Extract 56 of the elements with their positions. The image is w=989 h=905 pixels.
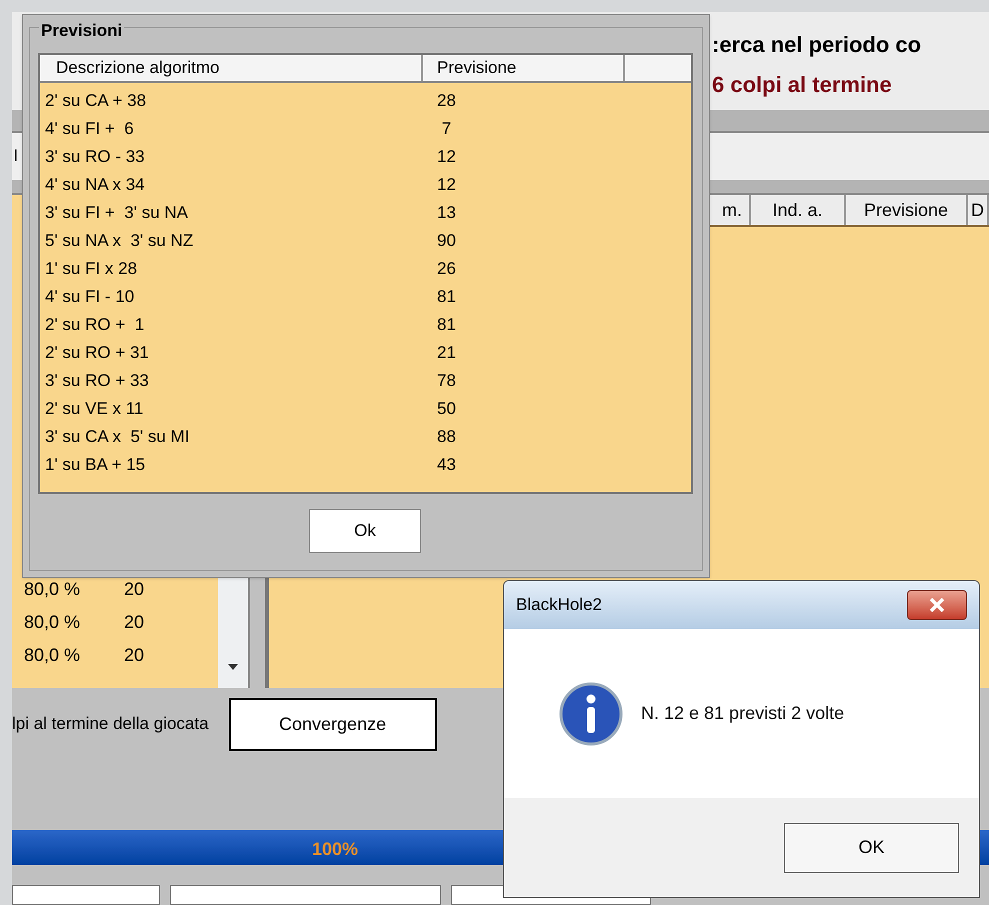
- info-icon: [559, 682, 623, 746]
- table-cell-text: 2' su RO + 1: [44, 314, 146, 336]
- table-cell-text: 20: [124, 644, 144, 667]
- table-cell-text: 26: [436, 258, 456, 280]
- label-fragment: l: [14, 146, 18, 166]
- convergenze-button[interactable]: Convergenze: [228, 698, 437, 750]
- table-cell-text: 81: [436, 314, 456, 336]
- note-text: lpi al termine della giocata: [12, 713, 209, 736]
- table-cell-text: 12: [436, 146, 456, 168]
- table-cell-text: 3' su RO - 33: [44, 146, 146, 168]
- table-cell-text: 78: [436, 370, 456, 392]
- table-cell-text: 3' su FI + 3' su NA: [44, 202, 190, 224]
- ok-button[interactable]: Ok: [309, 509, 421, 553]
- table-cell-text: 80,0 %: [24, 611, 82, 634]
- table-cell-text: 2' su CA + 38: [44, 90, 148, 112]
- table-cell-text: 2' su VE x 11: [44, 398, 144, 420]
- subheading: 6 colpi al termine: [712, 72, 893, 98]
- table-cell-text: 4' su FI + 6: [44, 118, 135, 140]
- table-cell-text: 7: [440, 118, 452, 140]
- table-cell-text: 1' su BA + 15: [44, 454, 146, 476]
- table-cell-text: 5' su NA x 3' su NZ: [44, 230, 194, 252]
- column-header: m.: [715, 195, 751, 225]
- window-title: BlackHole2: [516, 594, 602, 616]
- table-cell-text: 3' su RO + 33: [44, 370, 150, 392]
- column-header: Descrizione algoritmo: [40, 55, 423, 81]
- table-cell-text: 20: [124, 611, 144, 634]
- table-cell-text: 12: [436, 174, 456, 196]
- progress-label: 100%: [312, 838, 358, 861]
- table-cell-text: 28: [436, 90, 456, 112]
- table-cell-text: 13: [436, 202, 456, 224]
- column-header: D: [968, 195, 989, 225]
- heading: :erca nel periodo co: [712, 32, 922, 58]
- close-icon[interactable]: [929, 598, 945, 612]
- table-cell-text: 1' su FI x 28: [44, 258, 138, 280]
- column-header: Previsione: [423, 55, 625, 81]
- ok-button[interactable]: OK: [784, 822, 959, 872]
- close-button[interactable]: [907, 590, 967, 620]
- toolbar-button[interactable]: [12, 885, 160, 905]
- table-cell-text: 4' su FI - 10: [44, 286, 136, 308]
- table-cell-text: 43: [436, 454, 456, 476]
- column-header: Ind. a.: [751, 195, 846, 225]
- table-cell-text: 4' su NA x 34: [44, 174, 146, 196]
- table-cell-text: 50: [436, 398, 456, 420]
- table-cell-text: 3' su CA x 5' su MI: [44, 426, 190, 448]
- toolbar-button[interactable]: [170, 885, 441, 905]
- table-cell-text: 21: [436, 342, 456, 364]
- table-cell-text: 80,0 %: [24, 578, 82, 601]
- message-text: N. 12 e 81 previsti 2 volte: [641, 702, 844, 725]
- table-cell-text: 80,0 %: [24, 644, 82, 667]
- column-header: Previsione: [846, 195, 968, 225]
- table-cell-text: 90: [436, 230, 456, 252]
- table-cell-text: 81: [436, 286, 456, 308]
- scroll-down-icon[interactable]: [228, 664, 238, 670]
- table-cell-text: 2' su RO + 31: [44, 342, 150, 364]
- table-cell-text: 20: [124, 578, 144, 601]
- table-cell-text: 88: [436, 426, 456, 448]
